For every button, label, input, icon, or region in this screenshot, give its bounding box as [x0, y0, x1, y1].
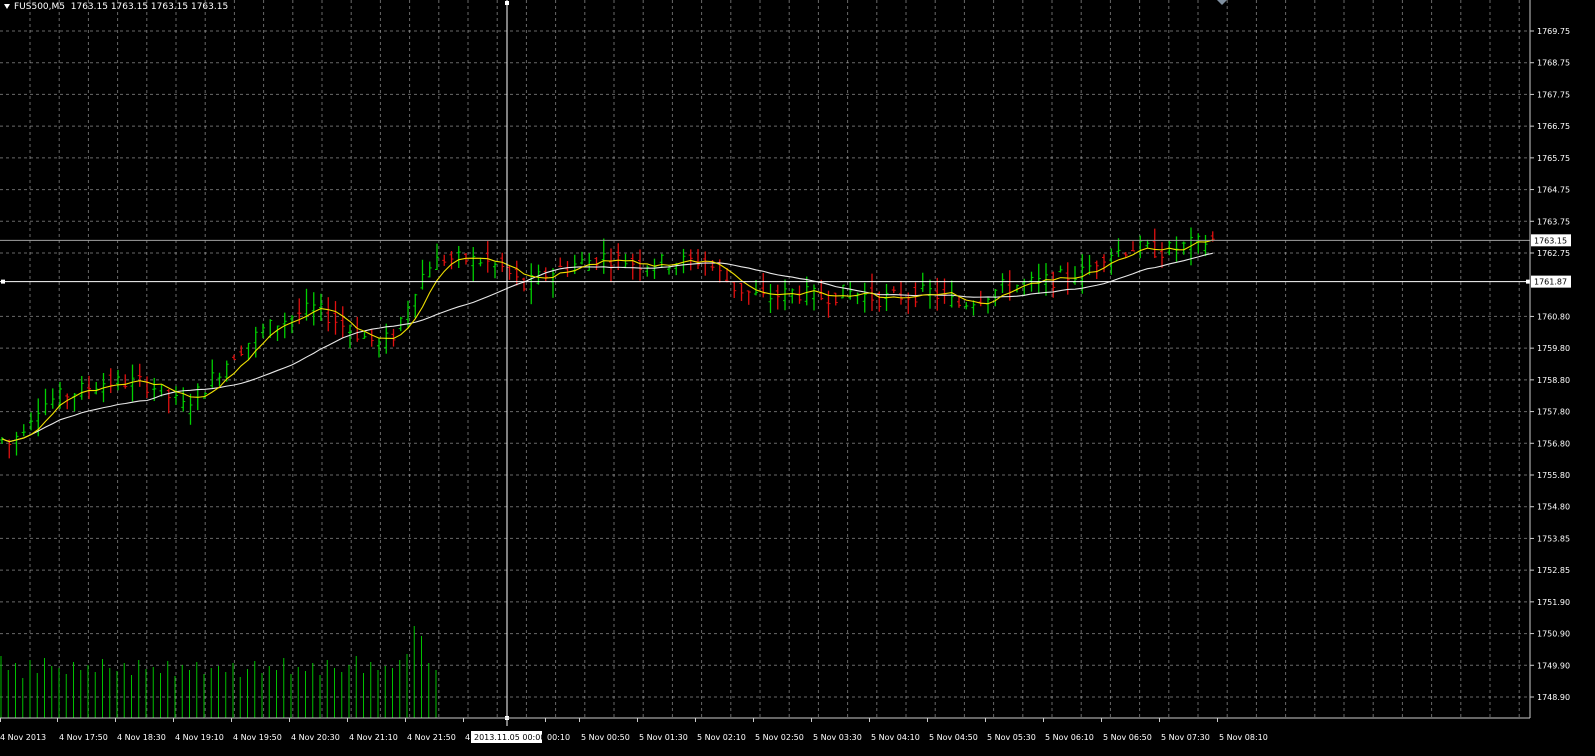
time-tick-label: 4 Nov 21:10 — [349, 733, 398, 742]
time-tick-label: 4 Nov 18:30 — [117, 733, 166, 742]
crosshair-handle — [1, 279, 5, 284]
time-tick-label: 5 Nov 01:30 — [639, 733, 688, 742]
time-tick-label: 5 Nov 03:30 — [813, 733, 862, 742]
price-tick-label: 1753.85 — [1537, 534, 1570, 543]
price-tick-label: 1749.90 — [1537, 661, 1570, 670]
price-tick-label: 1769.75 — [1537, 27, 1570, 36]
price-tick-label: 1768.75 — [1537, 59, 1570, 68]
price-tick-label: 1758.80 — [1537, 376, 1570, 385]
time-tick-label: 4 — [465, 733, 470, 742]
time-tick-label: 00:10 — [547, 733, 570, 742]
time-tick-label: 5 Nov 04:50 — [929, 733, 978, 742]
price-tick-label: 1766.75 — [1537, 122, 1570, 131]
chart-shift-icon[interactable] — [1217, 0, 1227, 5]
price-tick-label: 1754.80 — [1537, 503, 1570, 512]
time-tick-label: 4 Nov 20:30 — [291, 733, 340, 742]
price-tick-label: 1762.75 — [1537, 249, 1570, 258]
time-tick-label: 5 Nov 04:10 — [871, 733, 920, 742]
price-tick-label: 1752.85 — [1537, 566, 1570, 575]
time-tick-label: 5 Nov 00:50 — [581, 733, 630, 742]
price-tick-label: 1756.80 — [1537, 439, 1570, 448]
time-tick-label: 4 Nov 17:50 — [59, 733, 108, 742]
time-tick-label: 5 Nov 02:50 — [755, 733, 804, 742]
price-tick-label: 1764.75 — [1537, 186, 1570, 195]
price-tick-label: 1751.90 — [1537, 598, 1570, 607]
time-tick-label: 5 Nov 02:10 — [697, 733, 746, 742]
time-tick-label: 4 Nov 2013 — [0, 733, 46, 742]
crosshair-handle — [1526, 279, 1530, 284]
price-tick-label: 1748.90 — [1537, 693, 1570, 702]
crosshair-time-label: 2013.11.05 00:00 — [474, 733, 545, 742]
time-tick-label: 5 Nov 05:30 — [987, 733, 1036, 742]
price-tick-label: 1755.80 — [1537, 471, 1570, 480]
time-tick-label: 5 Nov 06:50 — [1103, 733, 1152, 742]
crosshair-handle — [505, 1, 509, 5]
price-tick-label: 1767.75 — [1537, 90, 1570, 99]
time-tick-label: 4 Nov 21:50 — [407, 733, 456, 742]
time-tick-label: 4 Nov 19:50 — [233, 733, 282, 742]
time-tick-label: 4 Nov 19:10 — [175, 733, 224, 742]
time-tick-label: 5 Nov 07:30 — [1161, 733, 1210, 742]
time-tick-label: 5 Nov 06:10 — [1045, 733, 1094, 742]
price-tick-label: 1765.75 — [1537, 154, 1570, 163]
price-chart[interactable]: 1769.75 1768.75 1767.75 1766.75 1765.75 1764.… — [0, 0, 1595, 756]
bid-price-label: 1763.15 — [1534, 236, 1567, 245]
price-tick-label: 1750.90 — [1537, 630, 1570, 639]
crosshair-price-label: 1761.87 — [1534, 278, 1567, 287]
time-tick-label: 5 Nov 08:10 — [1219, 733, 1268, 742]
price-tick-label: 1763.75 — [1537, 217, 1570, 226]
price-tick-label: 1759.80 — [1537, 344, 1570, 353]
price-tick-label: 1760.80 — [1537, 312, 1570, 321]
price-tick-label: 1757.80 — [1537, 408, 1570, 417]
